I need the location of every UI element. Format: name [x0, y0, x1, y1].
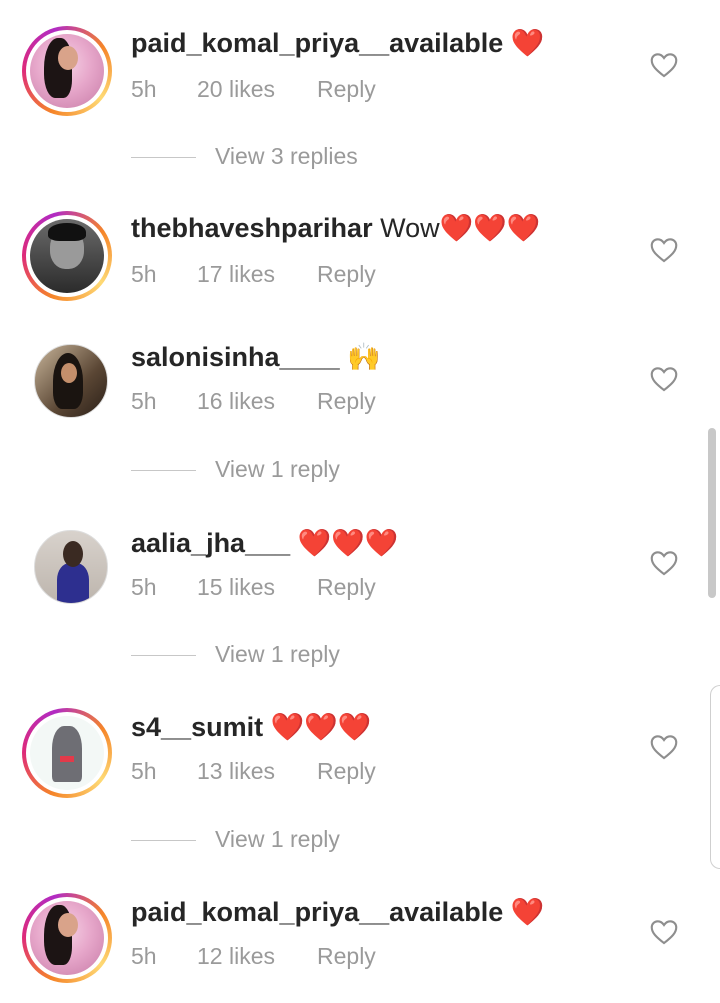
avatar[interactable] — [22, 708, 112, 798]
comment-likes[interactable]: 17 likes — [197, 261, 275, 288]
profile-photo — [34, 344, 108, 418]
comment-item: aalia_jha___ ❤️❤️❤️ 5h 15 likes Reply — [0, 526, 720, 636]
comment-text: ❤️❤️❤️ — [290, 528, 399, 558]
reply-button[interactable]: Reply — [317, 574, 376, 601]
comment-time: 5h — [131, 574, 157, 600]
profile-photo — [30, 716, 104, 790]
scrollbar[interactable] — [708, 428, 716, 598]
view-replies-link[interactable]: View 3 replies — [215, 143, 358, 170]
reply-button[interactable]: Reply — [317, 388, 376, 415]
avatar[interactable] — [22, 893, 112, 983]
comment-item: paid_komal_priya__available ❤️ 5h 20 lik… — [0, 26, 720, 136]
comment-time: 5h — [131, 261, 157, 287]
comment-text: ❤️ — [503, 897, 545, 927]
heart-outline-icon[interactable] — [650, 550, 678, 576]
avatar[interactable] — [22, 211, 112, 301]
heart-outline-icon[interactable] — [650, 734, 678, 760]
profile-photo — [34, 530, 108, 604]
replies-divider — [131, 470, 196, 471]
reply-button[interactable]: Reply — [317, 261, 376, 288]
view-replies: View 1 reply — [131, 826, 631, 856]
view-replies-link[interactable]: View 1 reply — [215, 456, 340, 483]
comment-text: ❤️ — [503, 28, 545, 58]
comment-username[interactable]: thebhaveshparihar — [131, 213, 373, 243]
comment-username[interactable]: paid_komal_priya__available — [131, 28, 503, 58]
view-replies: View 3 replies — [131, 143, 631, 173]
view-replies: View 1 reply — [131, 641, 631, 671]
comment-item: thebhaveshparihar Wow❤️❤️❤️ 5h 17 likes … — [0, 211, 720, 321]
avatar[interactable] — [22, 26, 112, 116]
view-replies: View 1 reply — [131, 456, 631, 486]
reply-button[interactable]: Reply — [317, 758, 376, 785]
comment-time: 5h — [131, 76, 157, 102]
comment-item: paid_komal_priya__available ❤️ 5h 12 lik… — [0, 893, 720, 1003]
comment-likes[interactable]: 16 likes — [197, 388, 275, 415]
view-replies-link[interactable]: View 1 reply — [215, 641, 340, 668]
comment-text: Wow❤️❤️❤️ — [372, 213, 541, 243]
replies-divider — [131, 840, 196, 841]
reply-button[interactable]: Reply — [317, 76, 376, 103]
comment-likes[interactable]: 13 likes — [197, 758, 275, 785]
comment-username[interactable]: s4__sumit — [131, 712, 263, 742]
comment-username[interactable]: salonisinha____ — [131, 342, 340, 372]
comment-text: 🙌 — [339, 342, 381, 372]
heart-outline-icon[interactable] — [650, 237, 678, 263]
view-replies-link[interactable]: View 1 reply — [215, 826, 340, 853]
comment-time: 5h — [131, 943, 157, 969]
heart-outline-icon[interactable] — [650, 52, 678, 78]
reply-button[interactable]: Reply — [317, 943, 376, 970]
comment-text: ❤️❤️❤️ — [263, 712, 372, 742]
comment-likes[interactable]: 20 likes — [197, 76, 275, 103]
replies-divider — [131, 655, 196, 656]
avatar[interactable] — [22, 334, 112, 424]
profile-photo — [30, 219, 104, 293]
comment-time: 5h — [131, 388, 157, 414]
comment-time: 5h — [131, 758, 157, 784]
comment-username[interactable]: aalia_jha___ — [131, 528, 290, 558]
comment-likes[interactable]: 15 likes — [197, 574, 275, 601]
edge-panel-handle[interactable] — [710, 685, 720, 869]
comment-likes[interactable]: 12 likes — [197, 943, 275, 970]
heart-outline-icon[interactable] — [650, 919, 678, 945]
avatar[interactable] — [22, 520, 112, 610]
comment-item: s4__sumit ❤️❤️❤️ 5h 13 likes Reply — [0, 708, 720, 818]
comment-item: salonisinha____ 🙌 5h 16 likes Reply — [0, 340, 720, 450]
profile-photo — [30, 901, 104, 975]
heart-outline-icon[interactable] — [650, 366, 678, 392]
comment-username[interactable]: paid_komal_priya__available — [131, 897, 503, 927]
replies-divider — [131, 157, 196, 158]
profile-photo — [30, 34, 104, 108]
